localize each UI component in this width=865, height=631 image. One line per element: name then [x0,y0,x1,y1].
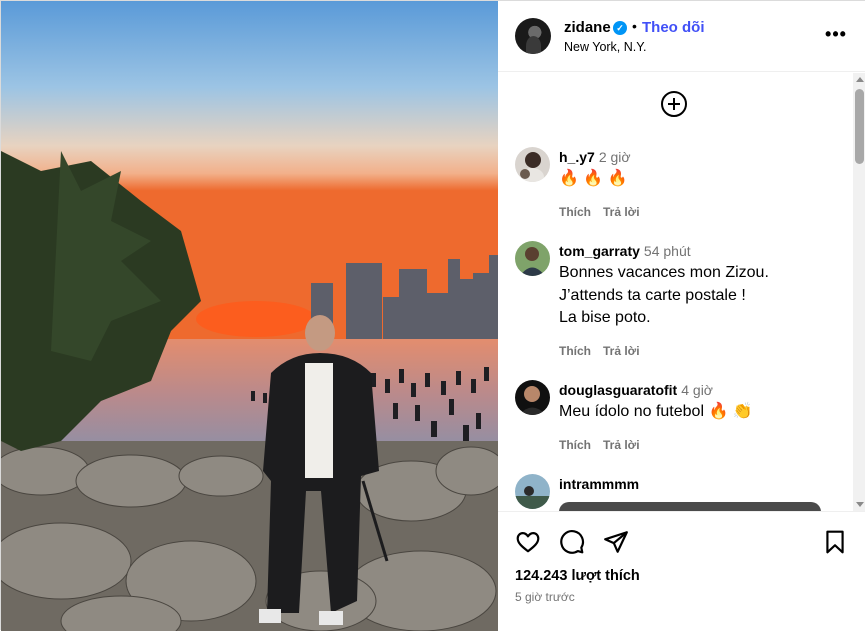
photo-illustration [1,1,498,631]
post-dialog: zidane ✓ • Theo dõi New York, N.Y. ••• h… [0,0,865,631]
heart-icon[interactable] [515,529,541,555]
separator: • [632,18,637,34]
commenter-avatar[interactable] [515,474,550,509]
post-photo[interactable] [1,1,498,631]
comment-media-preview[interactable] [559,502,821,511]
follow-button[interactable]: Theo dõi [642,19,705,36]
commenter-avatar-image [515,474,550,509]
comment-time[interactable]: 54 phút [644,243,691,259]
commenter-avatar-image [515,147,550,182]
comment-text-line: La bise poto. [559,309,651,326]
comment-time[interactable]: 2 giờ [599,149,631,165]
like-comment-button[interactable]: Thích [559,205,591,219]
like-comment-button[interactable]: Thích [559,438,591,452]
author-username[interactable]: zidane [564,19,611,36]
bookmark-icon[interactable] [822,529,848,555]
commenter-avatar-image [515,241,550,276]
comment-text: 🔥 🔥 🔥 [559,170,628,187]
more-options-button[interactable]: ••• [824,25,848,47]
commenter-avatar[interactable] [515,147,550,182]
add-comment-icon[interactable] [661,91,687,117]
comment-username[interactable]: h_.y7 [559,149,595,165]
comments-scrollbar[interactable] [853,73,865,511]
commenter-avatar-image [515,380,550,415]
send-icon[interactable] [603,529,629,555]
post-header: zidane ✓ • Theo dõi New York, N.Y. ••• [498,1,865,72]
commenter-avatar[interactable] [515,380,550,415]
scroll-down-arrow-icon[interactable] [856,502,864,507]
comment-username[interactable]: intrammmm [559,476,639,492]
post-actions-footer: 124.243 lượt thích 5 giờ trước [498,511,865,631]
scroll-up-arrow-icon[interactable] [856,77,864,82]
comment-username[interactable]: douglasguaratofit [559,382,677,398]
comment-text-line: Bonnes vacances mon Zizou. [559,264,769,281]
reply-button[interactable]: Trả lời [603,205,640,219]
like-count[interactable]: 124.243 lượt thích [515,568,640,584]
post-sidebar: zidane ✓ • Theo dõi New York, N.Y. ••• h… [498,1,865,631]
comment-text: Meu ídolo no futebol 🔥 👏 [559,403,753,420]
post-timestamp[interactable]: 5 giờ trước [515,590,575,604]
comment-username[interactable]: tom_garraty [559,243,640,259]
reply-button[interactable]: Trả lời [603,438,640,452]
like-comment-button[interactable]: Thích [559,344,591,358]
location-link[interactable]: New York, N.Y. [564,40,646,54]
commenter-avatar[interactable] [515,241,550,276]
avatar[interactable] [515,18,551,54]
comment-time[interactable]: 4 giờ [681,382,713,398]
comment-text-line: J’attends ta carte postale ! [559,286,746,304]
verified-badge-icon: ✓ [613,21,627,35]
comment-icon[interactable] [559,529,585,555]
reply-button[interactable]: Trả lời [603,344,640,358]
comments-list[interactable]: h_.y7 2 giờ 🔥 🔥 🔥 Thích Trả lời tom_garr… [498,73,853,511]
scrollbar-thumb[interactable] [855,89,864,164]
